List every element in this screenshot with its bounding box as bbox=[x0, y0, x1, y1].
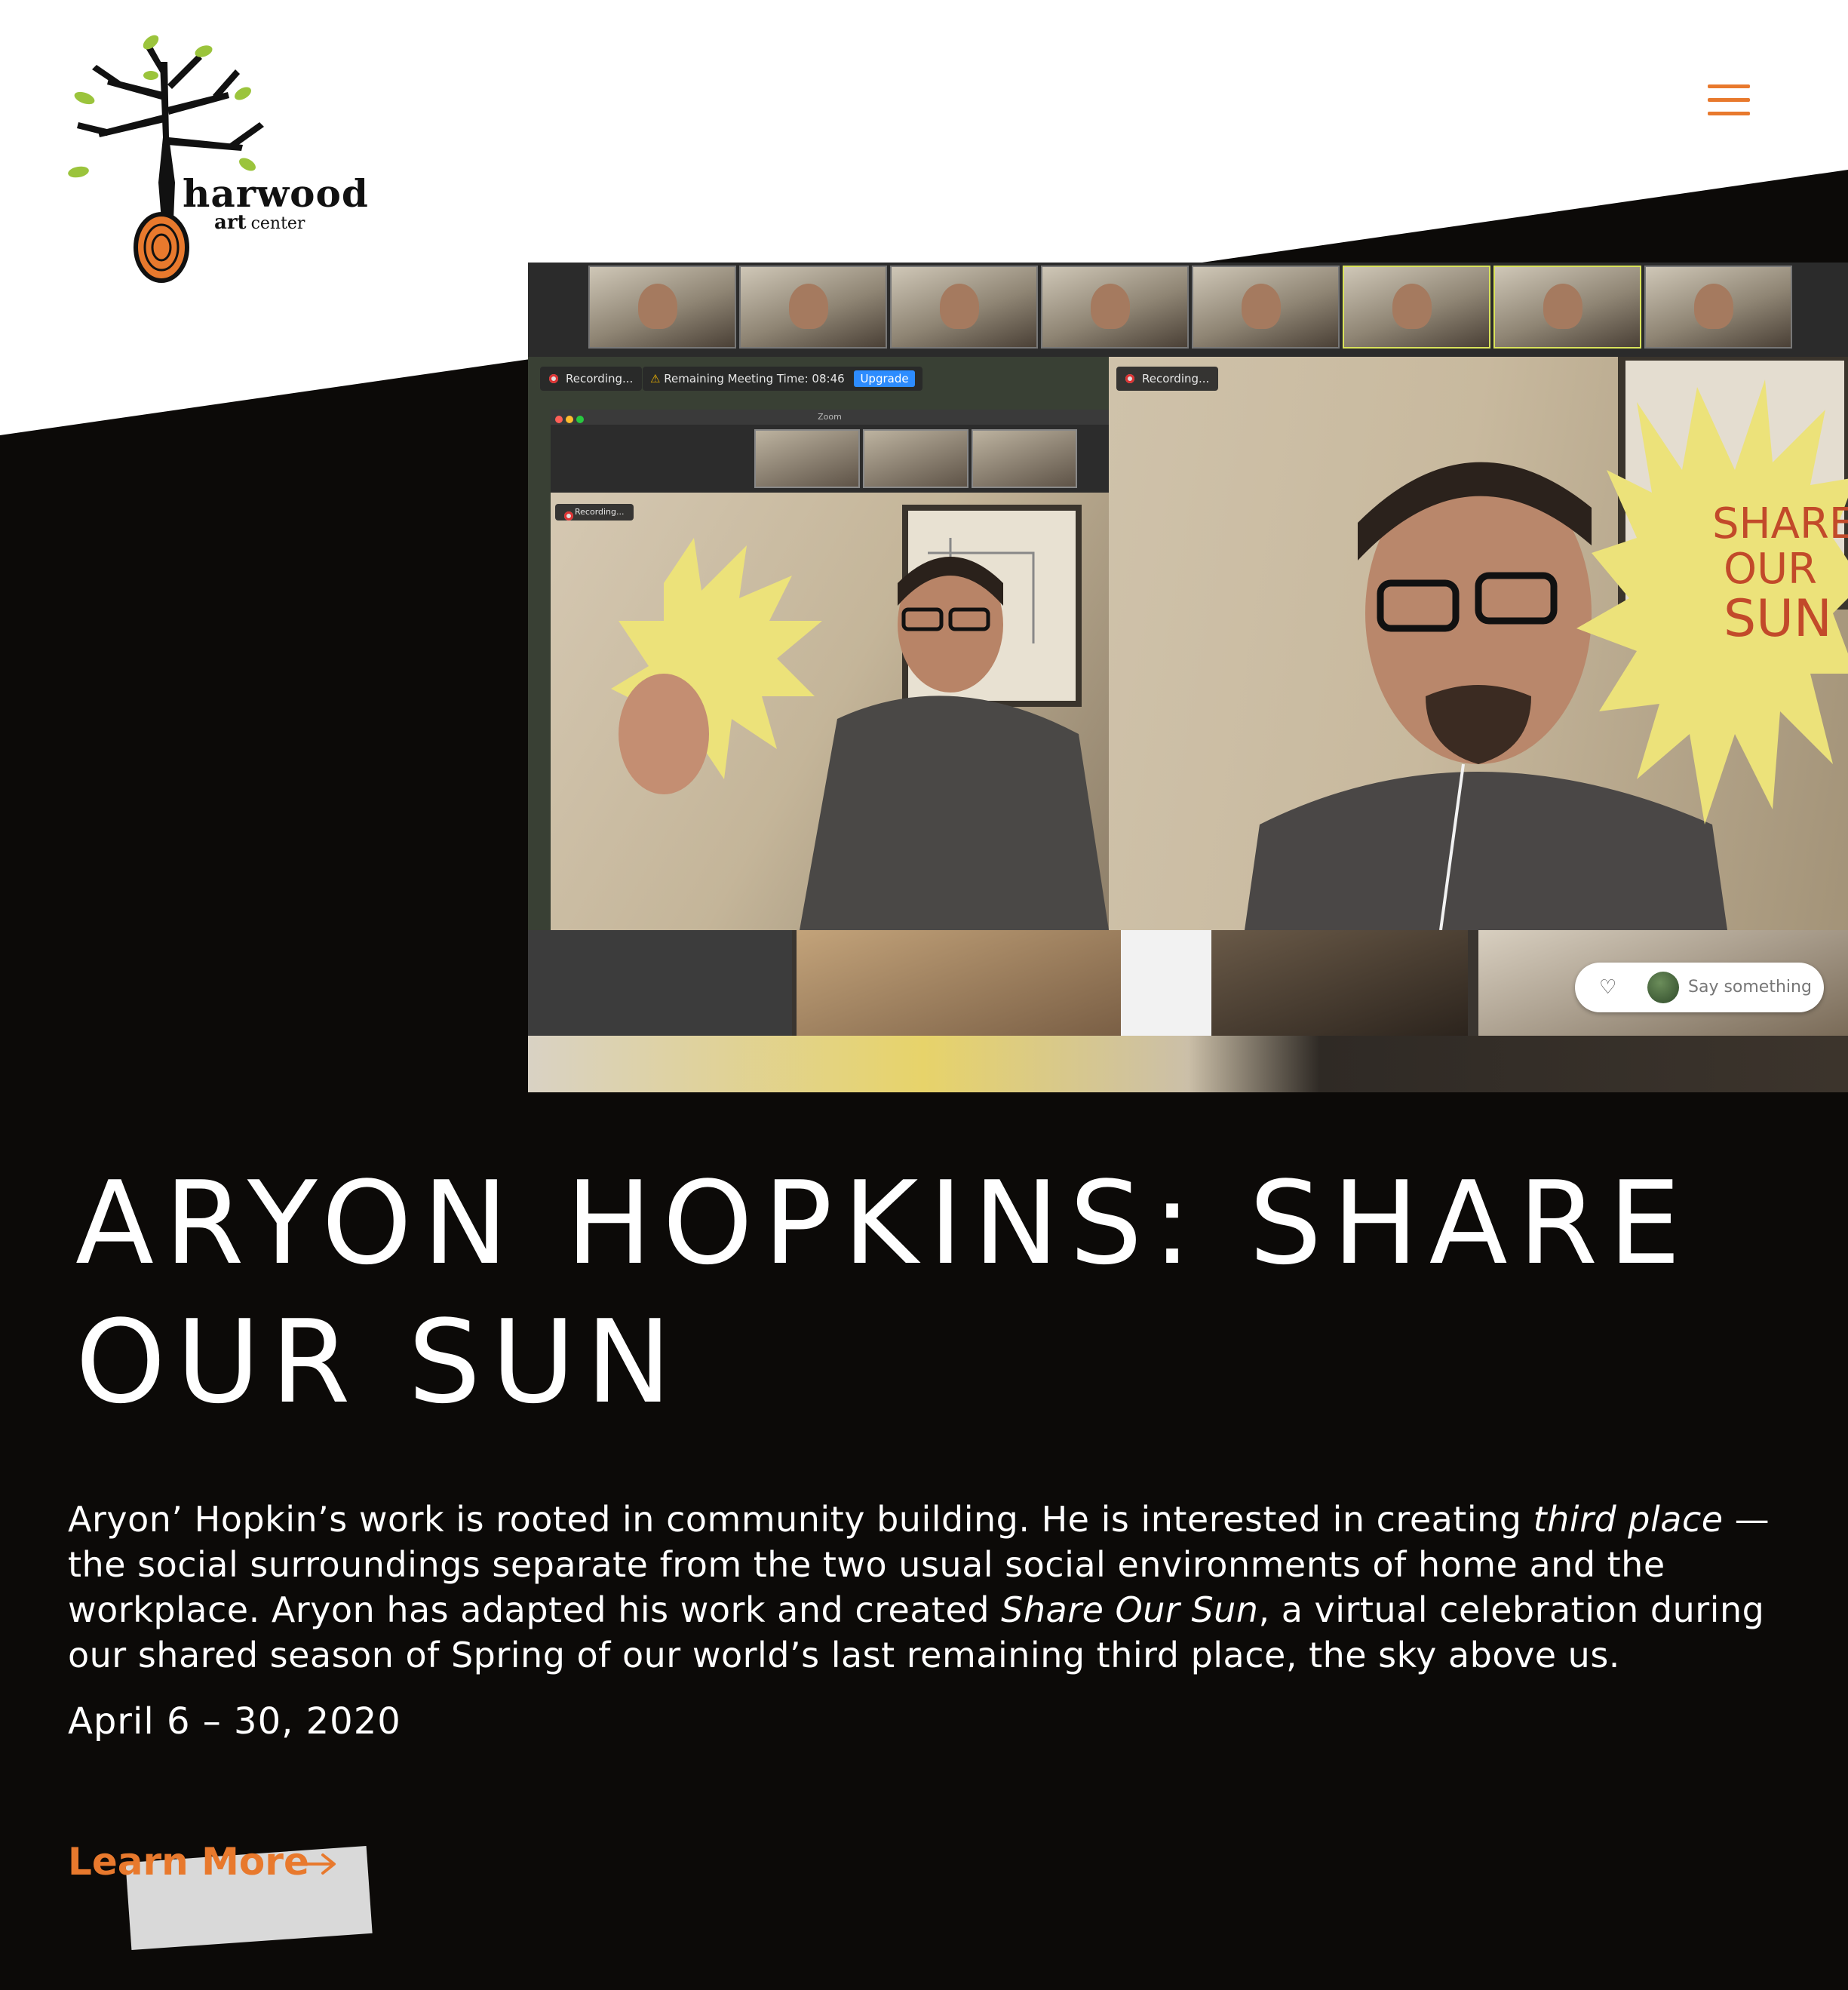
heart-icon: ♡ bbox=[1599, 976, 1617, 999]
participant-thumbnail bbox=[890, 266, 1038, 349]
main-video: SHARE OUR SUN bbox=[1109, 357, 1848, 930]
sign-text-sun: SUN bbox=[1724, 589, 1832, 649]
arrow-right-icon bbox=[294, 1853, 336, 1875]
recording-badge: Recording... bbox=[540, 367, 643, 391]
main-recording-badge: Recording... bbox=[1116, 367, 1219, 391]
sign-text-share: SHARE bbox=[1712, 499, 1848, 548]
learn-more-label: Learn More bbox=[68, 1840, 309, 1884]
participant-thumbnail bbox=[739, 266, 887, 349]
participant-thumbnail bbox=[1192, 266, 1340, 349]
inner-video bbox=[551, 493, 1109, 930]
event-dates: April 6 – 30, 2020 bbox=[68, 1700, 401, 1743]
participant-thumbnail bbox=[1493, 266, 1641, 349]
logo-name: harwood bbox=[183, 171, 369, 216]
learn-more-link[interactable]: Learn More bbox=[68, 1839, 385, 1951]
meeting-time-badge: ⚠ Remaining Meeting Time: 08:46 Upgrade bbox=[643, 367, 922, 391]
participant-thumbnail bbox=[1343, 266, 1490, 349]
event-description: Aryon’ Hopkin’s work is rooted in commun… bbox=[68, 1499, 1770, 1675]
zoom-titlebar: Zoom bbox=[551, 410, 1109, 425]
say-something-bar: ♡ Say something bbox=[1575, 963, 1824, 1012]
participant-thumbnail bbox=[1041, 266, 1189, 349]
window-controls bbox=[555, 413, 587, 428]
hero-image: Recording... ⚠ Remaining Meeting Time: 0… bbox=[528, 263, 1848, 1092]
inner-thumbnails bbox=[754, 429, 1077, 488]
say-something-text: Say something bbox=[1688, 978, 1812, 997]
inner-zoom-window: Zoom bbox=[551, 410, 1109, 930]
inner-recording-badge: Recording... bbox=[555, 504, 634, 521]
avatar bbox=[1647, 972, 1679, 1003]
tree-logo-icon bbox=[68, 35, 264, 283]
page-title: ARYON HOPKINS: SHARE OUR SUN bbox=[75, 1156, 1692, 1429]
warning-icon: ⚠ bbox=[650, 372, 661, 385]
upgrade-button: Upgrade bbox=[854, 370, 915, 387]
harwood-logo[interactable]: harwood art center bbox=[62, 32, 368, 288]
participant-thumbnail bbox=[588, 266, 736, 349]
participant-thumbnails bbox=[588, 266, 1848, 352]
hamburger-menu-icon[interactable] bbox=[1708, 84, 1750, 116]
participant-thumbnail bbox=[1644, 266, 1792, 349]
sign-text-our: OUR bbox=[1724, 545, 1817, 594]
logo-wordmark: harwood art center bbox=[183, 171, 369, 233]
